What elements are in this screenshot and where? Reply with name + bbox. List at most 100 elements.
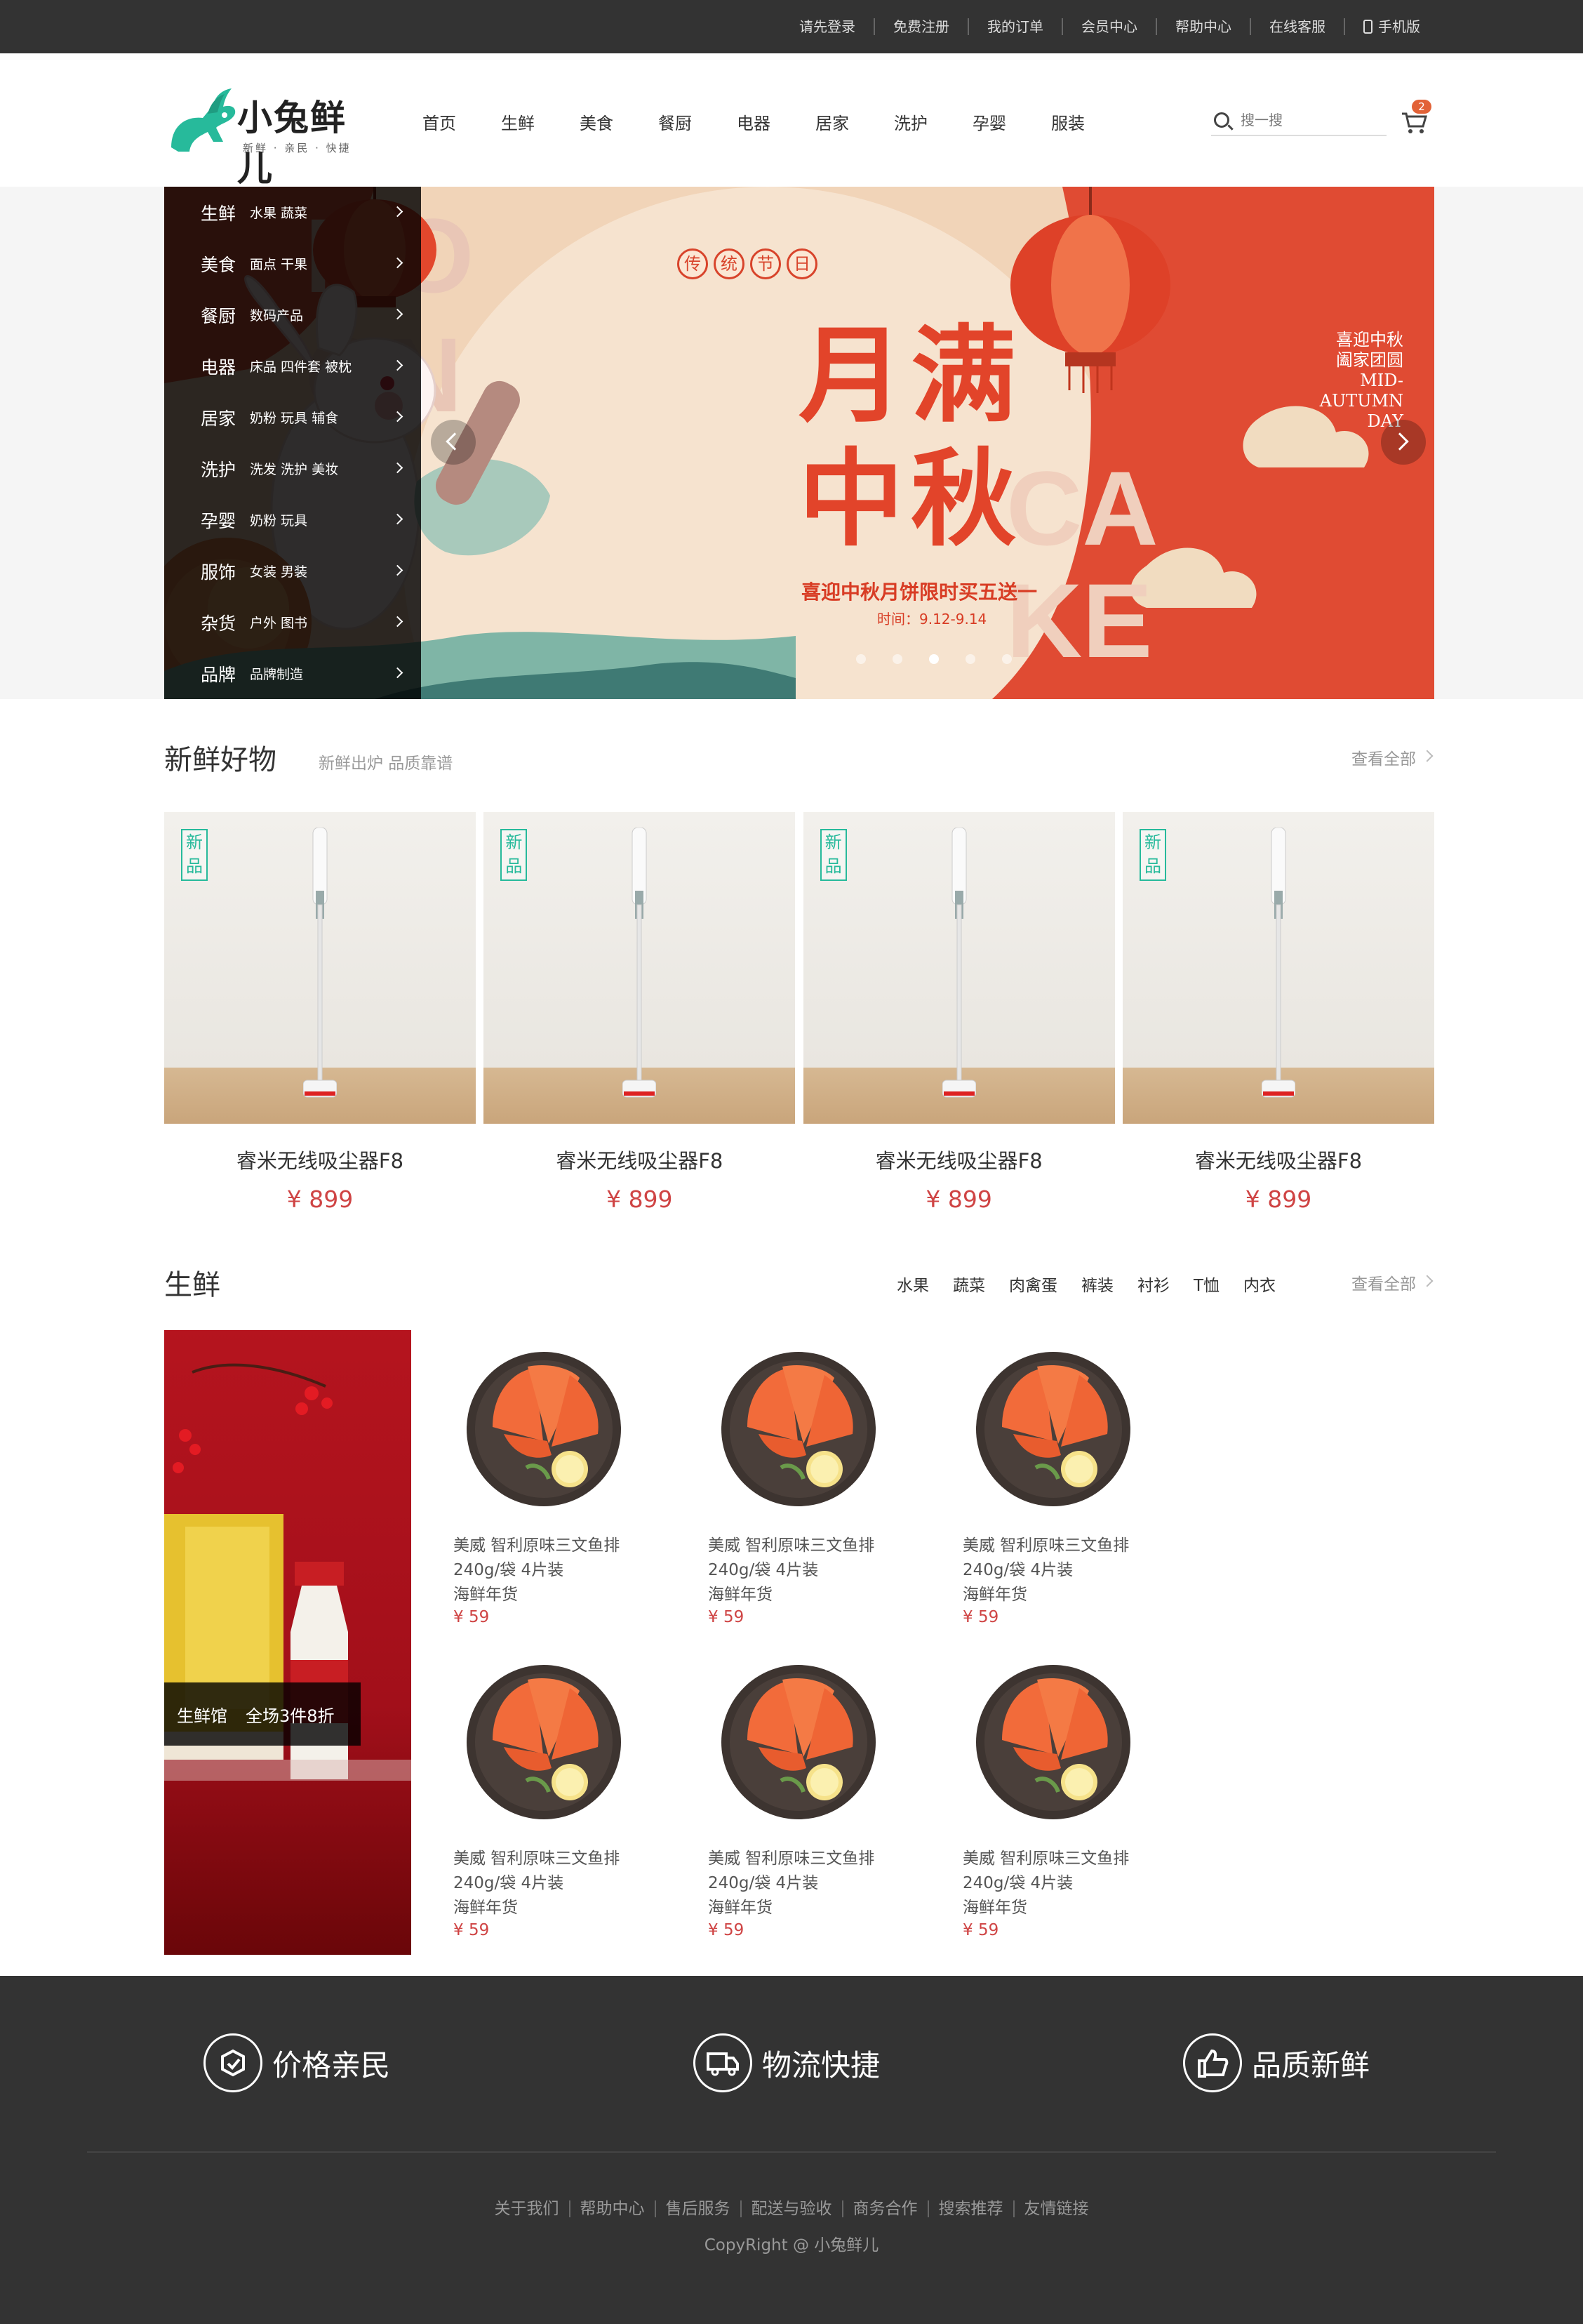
category-item-care[interactable]: 洗护 洗发 洗护 美妆 [164,443,421,494]
new-badge: 新品 [1139,829,1166,881]
fresh-promo-label: 生鲜馆 全场3件8折 [164,1682,361,1746]
category-item-misc[interactable]: 杂货 户外 图书 [164,597,421,648]
online-service-link[interactable]: 在线客服 [1250,18,1344,35]
new-goods-more-link[interactable]: 查看全部 [1351,745,1434,769]
footer-link-friends[interactable]: 友情链接 [1013,2200,1099,2217]
category-main-label: 洗护 [201,459,236,480]
category-main-label: 美食 [201,254,236,275]
register-link[interactable]: 免费注册 [874,18,968,35]
search-input[interactable] [1241,109,1381,132]
fresh-product-desc[interactable]: 美威 智利原味三文鱼排 240g/袋 4片装海鲜年货 [963,1847,1129,1920]
carousel-dot[interactable] [893,654,902,664]
product-image[interactable]: 新品 [1122,812,1434,1124]
product-card[interactable]: 新品 睿米无线吸尘器F8 ¥ 899 [803,812,1115,1233]
new-badge-char1: 新 [824,832,842,852]
carousel-dot[interactable] [1002,654,1012,664]
login-link[interactable]: 请先登录 [781,18,874,35]
nav-appliance[interactable]: 电器 [737,109,770,134]
banner-next-button[interactable] [1381,420,1426,465]
salmon-product-image [721,1665,876,1819]
fresh-more-link[interactable]: 查看全部 [1351,1270,1434,1294]
nav-home[interactable]: 首页 [422,109,456,134]
help-center-link[interactable]: 帮助中心 [1156,18,1250,35]
cart-icon[interactable] [1401,111,1429,135]
product-name[interactable]: 睿米无线吸尘器F8 [1123,1145,1434,1174]
category-item-appliance[interactable]: 电器 床品 四件套 被枕 [164,340,421,392]
footer-link-help[interactable]: 帮助中心 [568,2200,655,2217]
salmon-product-image [976,1665,1130,1819]
fresh-product-card[interactable]: 美威 智利原味三文鱼排 240g/袋 4片装海鲜年货 ¥ 59 [951,1643,1206,1956]
footer-link-search[interactable]: 搜索推荐 [927,2200,1013,2217]
product-name[interactable]: 睿米无线吸尘器F8 [483,1145,795,1174]
tab-underwear[interactable]: 内衣 [1243,1272,1276,1296]
nav-fresh[interactable]: 生鲜 [501,109,535,134]
new-badge: 新品 [500,829,528,881]
salmon-product-image [467,1352,621,1506]
footer-link-delivery[interactable]: 配送与验收 [740,2200,842,2217]
product-name-line2: 240g/袋 4片装 [963,1561,1074,1579]
product-image[interactable]: 新品 [164,812,476,1124]
logo-slogan: 新鲜 · 亲民 · 快捷 [243,142,352,154]
feature-price: 价格亲民 [203,2033,390,2092]
nav-baby[interactable]: 孕婴 [973,109,1006,134]
tab-tshirt[interactable]: T恤 [1194,1272,1220,1296]
category-item-brand[interactable]: 品牌 品牌制造 [164,648,421,699]
banner-promo-text: 喜迎中秋月饼限时买五送一 [801,580,1038,604]
tab-shirt[interactable]: 衬衫 [1137,1272,1170,1296]
product-name[interactable]: 睿米无线吸尘器F8 [164,1145,476,1174]
search-icon[interactable] [1214,112,1229,128]
fresh-product-card[interactable]: 美威 智利原味三文鱼排 240g/袋 4片装海鲜年货 ¥ 59 [697,1330,951,1643]
tab-vegetable[interactable]: 蔬菜 [953,1272,985,1296]
feature-quality-label: 品质新鲜 [1252,2047,1370,2083]
fresh-hall-label: 生鲜馆 [177,1706,227,1726]
category-item-baby[interactable]: 孕婴 奶粉 玩具 [164,494,421,545]
chevron-right-icon [392,462,403,474]
salmon-product-image [721,1352,876,1506]
banner-prev-button[interactable] [431,420,476,465]
fresh-product-card[interactable]: 美威 智利原味三文鱼排 240g/袋 4片装海鲜年货 ¥ 59 [442,1330,697,1643]
product-image[interactable]: 新品 [803,812,1115,1124]
product-card[interactable]: 新品 睿米无线吸尘器F8 ¥ 899 [1122,812,1434,1233]
truck-icon [693,2033,752,2092]
category-main-label: 服饰 [201,562,236,583]
nav-kitchen[interactable]: 餐厨 [658,109,692,134]
product-image[interactable]: 新品 [483,812,796,1124]
product-card[interactable]: 新品 睿米无线吸尘器F8 ¥ 899 [483,812,796,1233]
nav-care[interactable]: 洗护 [894,109,928,134]
fresh-product-desc[interactable]: 美威 智利原味三文鱼排 240g/袋 4片装海鲜年货 [708,1847,874,1920]
salmon-product-image [976,1352,1130,1506]
fresh-product-desc[interactable]: 美威 智利原味三文鱼排 240g/袋 4片装海鲜年货 [708,1534,874,1607]
footer-link-business[interactable]: 商务合作 [841,2200,928,2217]
fresh-product-card[interactable]: 美威 智利原味三文鱼排 240g/袋 4片装海鲜年货 ¥ 59 [442,1643,697,1956]
footer-link-after-sales[interactable]: 售后服务 [654,2200,740,2217]
carousel-dot[interactable] [856,654,866,664]
logo[interactable]: 小兔鲜儿 新鲜 · 亲民 · 快捷 [164,84,382,189]
category-item-home[interactable]: 居家 奶粉 玩具 辅食 [164,392,421,443]
nav-home-living[interactable]: 居家 [815,109,849,134]
category-item-food[interactable]: 美食 面点 干果 [164,238,421,289]
my-orders-link[interactable]: 我的订单 [968,18,1062,35]
fresh-product-desc[interactable]: 美威 智利原味三文鱼排 240g/袋 4片装海鲜年货 [453,1534,620,1607]
product-card[interactable]: 新品 睿米无线吸尘器F8 ¥ 899 [164,812,476,1233]
carousel-dot[interactable] [966,654,975,664]
fresh-product-desc[interactable]: 美威 智利原味三文鱼排 240g/袋 4片装海鲜年货 [453,1847,620,1920]
nav-clothing[interactable]: 服装 [1051,109,1085,134]
fresh-promo-banner[interactable]: 生鲜馆 全场3件8折 [164,1330,411,1955]
carousel-dot[interactable] [929,654,939,664]
fresh-product-desc[interactable]: 美威 智利原味三文鱼排 240g/袋 4片装海鲜年货 [963,1534,1129,1607]
category-item-fresh[interactable]: 生鲜 水果 蔬菜 [164,187,421,238]
new-badge: 新品 [820,829,847,881]
nav-food[interactable]: 美食 [580,109,613,134]
footer-link-about[interactable]: 关于我们 [485,2200,569,2217]
category-item-apparel[interactable]: 服饰 女装 男装 [164,545,421,597]
tab-fruit[interactable]: 水果 [897,1272,929,1296]
tab-pants[interactable]: 裤装 [1081,1272,1114,1296]
chevron-right-icon [392,564,403,576]
fresh-product-card[interactable]: 美威 智利原味三文鱼排 240g/袋 4片装海鲜年货 ¥ 59 [697,1643,951,1956]
tab-meat-egg[interactable]: 肉禽蛋 [1009,1272,1057,1296]
member-center-link[interactable]: 会员中心 [1062,18,1156,35]
product-name[interactable]: 睿米无线吸尘器F8 [803,1145,1115,1174]
fresh-product-card[interactable]: 美威 智利原味三文鱼排 240g/袋 4片装海鲜年货 ¥ 59 [951,1330,1206,1643]
category-item-kitchen[interactable]: 餐厨 数码产品 [164,289,421,340]
mobile-link[interactable]: 手机版 [1344,18,1438,35]
